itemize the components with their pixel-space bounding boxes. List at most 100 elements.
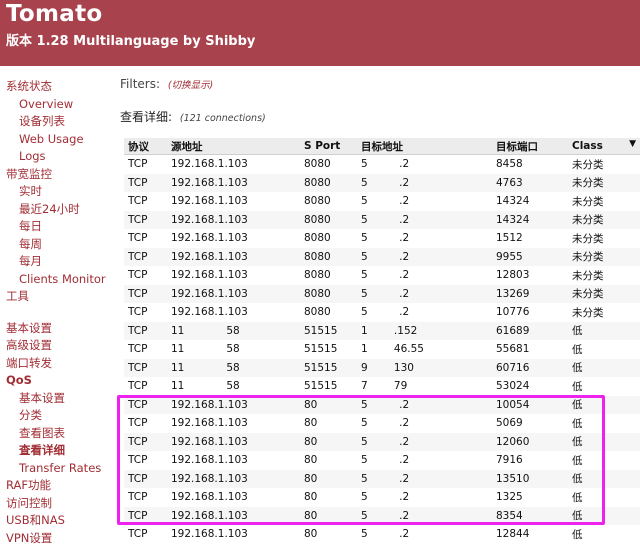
sidebar-subitem[interactable]: Transfer Rates bbox=[0, 460, 112, 478]
class-cell: 未分类 bbox=[568, 192, 640, 211]
sort-desc-icon[interactable]: ▼ bbox=[629, 139, 636, 149]
sidebar-item[interactable]: USB和NAS bbox=[0, 512, 112, 530]
table-row: TCP192.168.1.103805 .27916低 bbox=[124, 451, 640, 470]
sidebar-subitem[interactable]: Overview bbox=[0, 96, 112, 114]
column-header-destination-port[interactable]: 目标端口 bbox=[492, 138, 568, 155]
destination-port-cell: 10054 bbox=[492, 396, 568, 415]
sidebar-item[interactable]: 基本设置 bbox=[0, 320, 112, 338]
protocol-cell: TCP bbox=[124, 211, 167, 230]
source-port-cell: 8080 bbox=[300, 248, 357, 267]
table-row: TCP192.168.1.10380805 .29955未分类 bbox=[124, 248, 640, 267]
destination-port-cell: 7916 bbox=[492, 451, 568, 470]
class-cell: 低 bbox=[568, 433, 640, 452]
source-port-cell: 51515 bbox=[300, 359, 357, 378]
destination-port-cell: 12844 bbox=[492, 525, 568, 544]
destination-port-cell: 10776 bbox=[492, 303, 568, 322]
sidebar-item[interactable]: 访问控制 bbox=[0, 495, 112, 513]
destination-port-cell: 1512 bbox=[492, 229, 568, 248]
table-row: TCP192.168.1.103805 .213510低 bbox=[124, 470, 640, 489]
source-port-cell: 8080 bbox=[300, 303, 357, 322]
destination-address-cell: 5 .2 bbox=[357, 174, 492, 193]
table-row: TCP192.168.1.103805 .28354低 bbox=[124, 507, 640, 526]
class-cell: 低 bbox=[568, 414, 640, 433]
table-body: TCP192.168.1.10380805 .28458未分类TCP192.16… bbox=[124, 155, 640, 544]
source-port-cell: 51515 bbox=[300, 322, 357, 341]
sidebar-subitem[interactable]: 基本设置 bbox=[0, 390, 112, 408]
destination-address-cell: 5 .2 bbox=[357, 266, 492, 285]
protocol-cell: TCP bbox=[124, 525, 167, 544]
connection-count: (121 connections) bbox=[180, 113, 266, 124]
sidebar-subitem[interactable]: Logs bbox=[0, 148, 112, 166]
destination-port-cell: 12803 bbox=[492, 266, 568, 285]
sidebar-subitem[interactable]: 分类 bbox=[0, 407, 112, 425]
source-port-cell: 80 bbox=[300, 470, 357, 489]
column-header-destination-address[interactable]: 目标地址 bbox=[357, 138, 492, 155]
sidebar-item[interactable]: RAF功能 bbox=[0, 477, 112, 495]
sidebar-subitem[interactable]: 每月 bbox=[0, 253, 112, 271]
app-header: Tomato 版本 1.28 Multilanguage by Shibby bbox=[0, 0, 640, 66]
sidebar-nav: 系统状态Overview设备列表Web UsageLogs带宽监控实时最近24小… bbox=[0, 78, 112, 547]
table-row: TCP11 58515157 7953024低 bbox=[124, 377, 640, 396]
table-row: TCP192.168.1.10380805 .210776未分类 bbox=[124, 303, 640, 322]
destination-port-cell: 13510 bbox=[492, 470, 568, 489]
sidebar-subitem[interactable]: 每日 bbox=[0, 218, 112, 236]
sidebar-subitem[interactable]: 每周 bbox=[0, 236, 112, 254]
filters-label: Filters: bbox=[120, 77, 160, 91]
table-row: TCP192.168.1.10380805 .24763未分类 bbox=[124, 174, 640, 193]
source-address-cell: 192.168.1.103 bbox=[167, 396, 300, 415]
app-version: 版本 1.28 Multilanguage by Shibby bbox=[6, 30, 255, 49]
destination-port-cell: 9955 bbox=[492, 248, 568, 267]
sidebar-item[interactable]: 系统状态 bbox=[0, 78, 112, 96]
source-address-cell: 192.168.1.103 bbox=[167, 470, 300, 489]
sidebar-item[interactable]: VPN设置 bbox=[0, 530, 112, 547]
column-header-class[interactable]: Class ▼ bbox=[568, 138, 640, 155]
protocol-cell: TCP bbox=[124, 192, 167, 211]
class-cell: 低 bbox=[568, 322, 640, 341]
source-port-cell: 80 bbox=[300, 507, 357, 526]
column-header-protocol[interactable]: 协议 bbox=[124, 138, 167, 155]
protocol-cell: TCP bbox=[124, 433, 167, 452]
class-cell: 未分类 bbox=[568, 229, 640, 248]
sidebar-subitem-active[interactable]: 查看详细 bbox=[0, 442, 112, 460]
column-header-source-address[interactable]: 源地址 bbox=[167, 138, 300, 155]
sidebar-item[interactable]: 工具 bbox=[0, 288, 112, 306]
protocol-cell: TCP bbox=[124, 303, 167, 322]
sidebar-subitem[interactable]: Web Usage bbox=[0, 131, 112, 149]
column-header-source-port[interactable]: S Port bbox=[300, 138, 357, 155]
protocol-cell: TCP bbox=[124, 470, 167, 489]
source-port-cell: 80 bbox=[300, 451, 357, 470]
source-port-cell: 8080 bbox=[300, 266, 357, 285]
protocol-cell: TCP bbox=[124, 322, 167, 341]
source-port-cell: 80 bbox=[300, 433, 357, 452]
table-header-row: 协议 源地址 S Port 目标地址 目标端口 Class ▼ bbox=[124, 138, 640, 155]
class-cell: 低 bbox=[568, 377, 640, 396]
source-address-cell: 192.168.1.103 bbox=[167, 229, 300, 248]
destination-port-cell: 1325 bbox=[492, 488, 568, 507]
protocol-cell: TCP bbox=[124, 340, 167, 359]
sidebar-item[interactable]: 端口转发 bbox=[0, 355, 112, 373]
destination-address-cell: 5 .2 bbox=[357, 433, 492, 452]
sidebar-item[interactable]: QoS bbox=[0, 372, 112, 390]
destination-port-cell: 14324 bbox=[492, 192, 568, 211]
sidebar-subitem[interactable]: 查看图表 bbox=[0, 425, 112, 443]
protocol-cell: TCP bbox=[124, 488, 167, 507]
source-address-cell: 192.168.1.103 bbox=[167, 303, 300, 322]
column-header-class-label: Class bbox=[572, 140, 603, 152]
sidebar-subitem[interactable]: 最近24小时 bbox=[0, 201, 112, 219]
sidebar-subitem[interactable]: Clients Monitor bbox=[0, 271, 112, 289]
filters-toggle-link[interactable]: (切换显示) bbox=[168, 80, 213, 91]
source-port-cell: 51515 bbox=[300, 377, 357, 396]
sidebar-item[interactable]: 高级设置 bbox=[0, 337, 112, 355]
sidebar-item[interactable]: 带宽监控 bbox=[0, 166, 112, 184]
source-port-cell: 8080 bbox=[300, 229, 357, 248]
destination-address-cell: 5 .2 bbox=[357, 414, 492, 433]
protocol-cell: TCP bbox=[124, 285, 167, 304]
protocol-cell: TCP bbox=[124, 174, 167, 193]
class-cell: 低 bbox=[568, 359, 640, 378]
sidebar-subitem[interactable]: 设备列表 bbox=[0, 113, 112, 131]
sidebar-subitem[interactable]: 实时 bbox=[0, 183, 112, 201]
destination-address-cell: 5 .2 bbox=[357, 396, 492, 415]
connections-table: 协议 源地址 S Port 目标地址 目标端口 Class▼ TCP192.16… bbox=[124, 138, 640, 544]
source-port-cell: 8080 bbox=[300, 211, 357, 230]
table-row: TCP192.168.1.10380805 .212803未分类 bbox=[124, 266, 640, 285]
